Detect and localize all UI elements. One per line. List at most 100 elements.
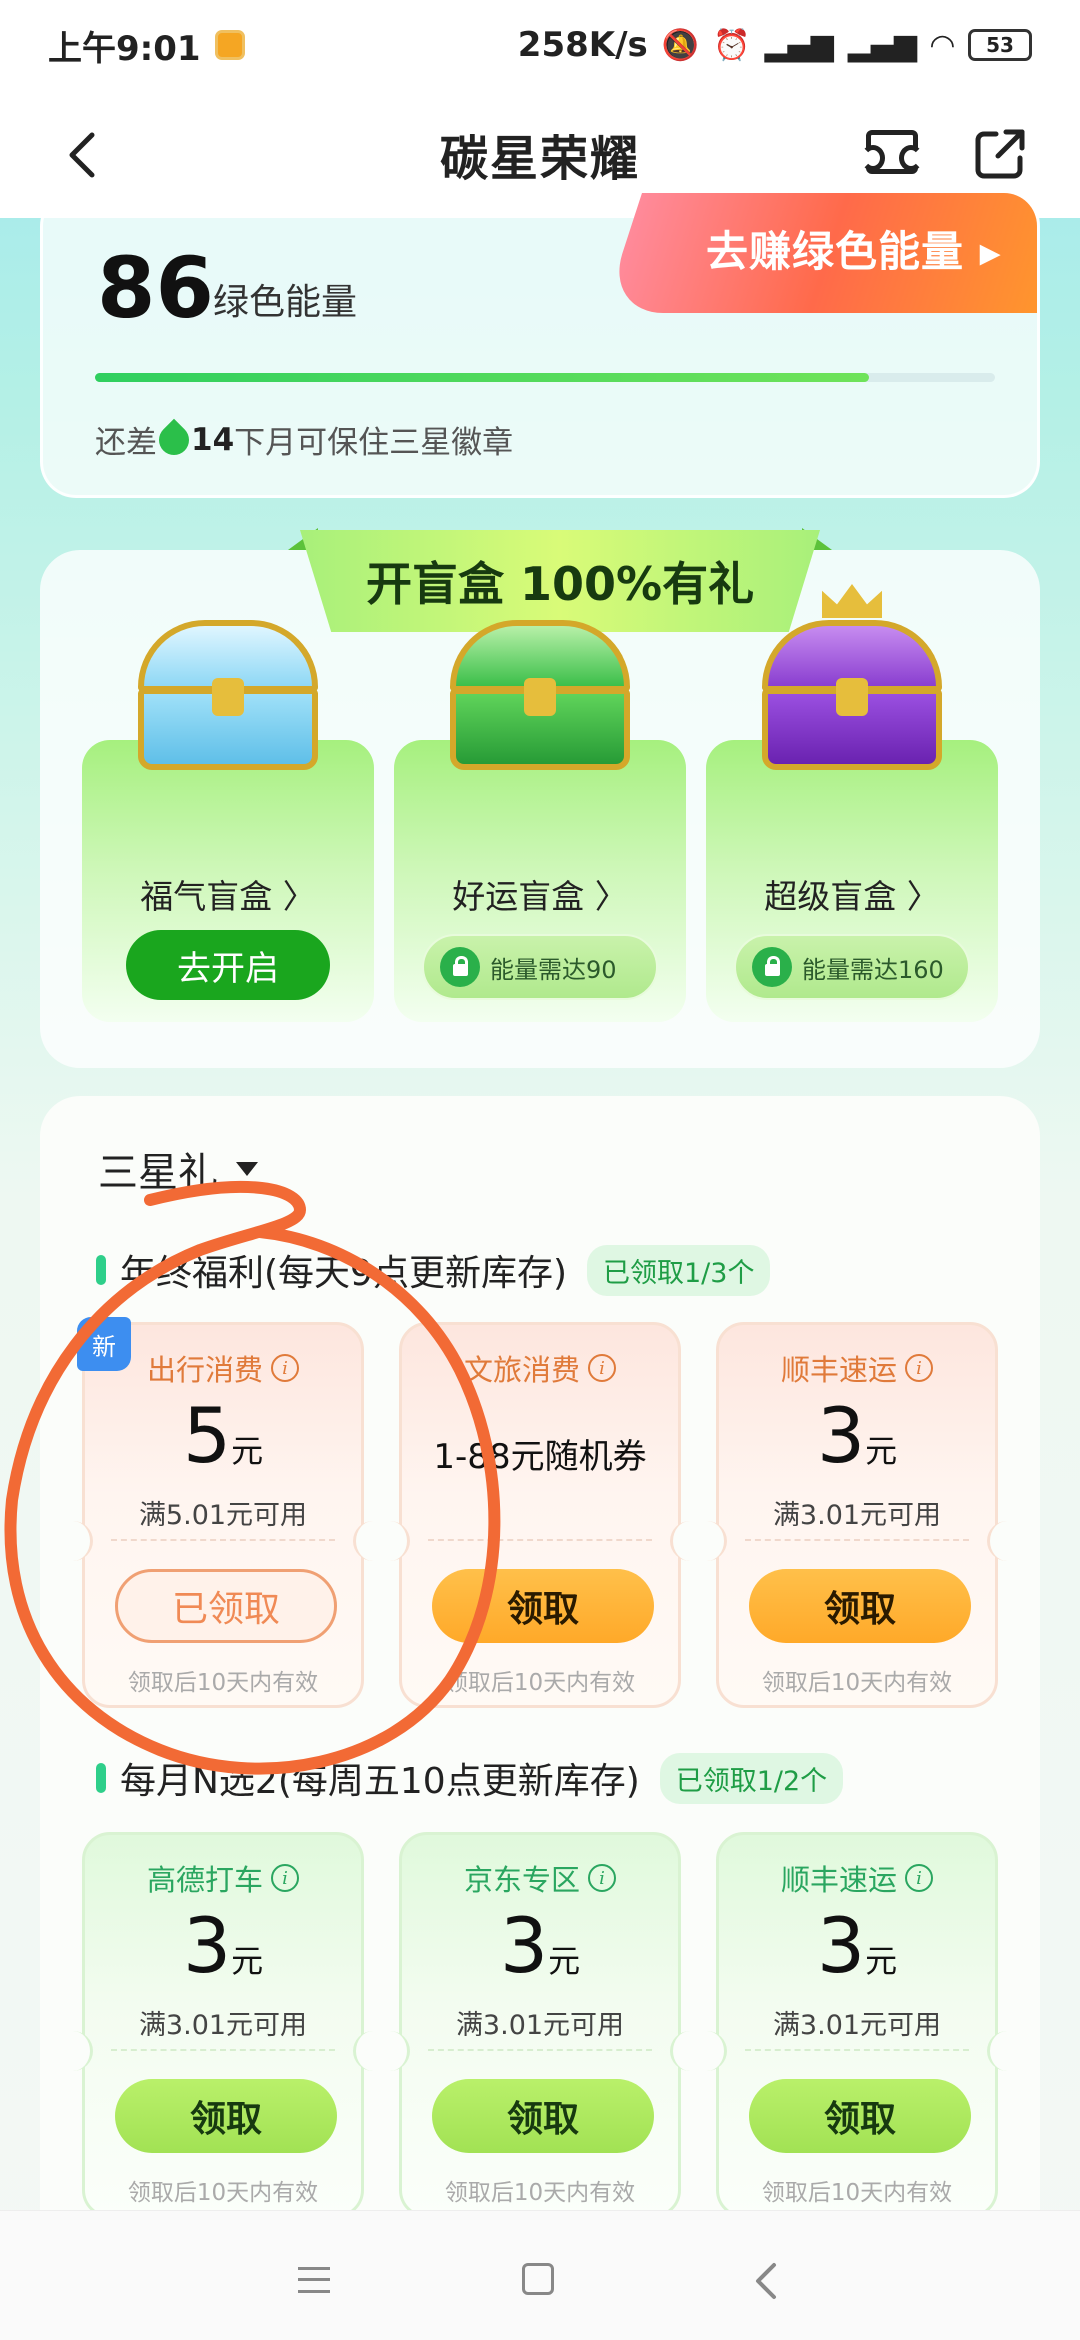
coupon-amount: 3元: [719, 1901, 995, 1990]
coupon-amount-number: 5: [182, 1391, 232, 1480]
coupon-amount: 3元: [402, 1901, 678, 1990]
coupon-validity: 领取后10天内有效: [127, 1670, 319, 1696]
coupon-amount-number: 3: [182, 1901, 232, 1990]
coupon-category-label: 高德打车: [146, 1863, 263, 1897]
treasure-chest-icon: [450, 620, 630, 770]
coupon-amount: 3元: [85, 1901, 361, 1990]
coupon-amount-unit: 元: [865, 1432, 898, 1470]
coupon-validity: 领取后10天内有效: [127, 2180, 319, 2206]
open-box-button[interactable]: 去开启: [126, 930, 330, 1000]
section-marker: [96, 1763, 106, 1793]
leaf-icon: [152, 418, 196, 461]
info-icon[interactable]: i: [271, 1864, 299, 1892]
energy-hint: 还差 14 下月可保住三星徽章: [95, 417, 513, 462]
wifi-icon: ◠: [930, 27, 954, 63]
info-icon[interactable]: i: [905, 1354, 933, 1382]
blind-box-name: 好运盲盒 〉: [452, 877, 628, 916]
mute-icon: 🔕: [661, 27, 700, 63]
box-locked-pill: 能量需达90: [422, 934, 658, 1000]
lock-icon: [752, 947, 792, 987]
coupon-card: 京东专区 i 3元 满3.01元可用 领取 领取后10天内有效: [388, 1832, 692, 2218]
section-header: 年终福利(每天9点更新库存) 已领取1/3个: [96, 1244, 771, 1296]
energy-progress-bar: [95, 373, 995, 382]
earn-energy-label: 去赚绿色能量 ▸: [706, 226, 1002, 276]
alarm-icon: ⏰: [713, 27, 751, 63]
coupon-category: 出行消费 i: [85, 1347, 361, 1389]
coupon-category-label: 文旅消费: [463, 1353, 580, 1387]
energy-hint-amount: 14: [191, 421, 235, 458]
coupon-condition: 满3.01元可用: [138, 2010, 308, 2041]
earn-energy-button[interactable]: 去赚绿色能量 ▸: [603, 193, 1037, 313]
claim-button[interactable]: 领取: [115, 2079, 337, 2153]
back-arrow-icon[interactable]: [52, 120, 112, 190]
battery-icon: 53: [968, 29, 1032, 61]
coupon-condition: 满5.01元可用: [138, 1500, 308, 1531]
section-title: 每月N选2(每周五10点更新库存): [120, 1761, 640, 1802]
energy-progress-fill: [95, 373, 869, 382]
dropdown-arrow-icon: [236, 1162, 258, 1176]
coupon-validity: 领取后10天内有效: [444, 1670, 636, 1696]
claim-button[interactable]: 领取: [749, 2079, 971, 2153]
treasure-chest-icon: [762, 584, 942, 770]
info-icon[interactable]: i: [588, 1864, 616, 1892]
coupon-validity: 领取后10天内有效: [761, 2180, 953, 2206]
coupon-amount-number: 3: [816, 1901, 866, 1990]
network-speed: 258K/s: [517, 25, 648, 65]
menu-icon[interactable]: [298, 2267, 330, 2293]
coupon-category: 顺丰速运 i: [719, 1857, 995, 1899]
info-icon[interactable]: i: [588, 1354, 616, 1382]
blind-box-chaoji[interactable]: 超级盲盒 〉 能量需达160: [706, 584, 998, 1022]
energy-card: 86 绿色能量 去赚绿色能量 ▸ 还差 14 下月可保住三星徽章: [40, 190, 1040, 498]
coupon-amount-number: 3: [499, 1901, 549, 1990]
coupon-amount-unit: 元: [231, 1942, 264, 1980]
box-locked-pill: 能量需达160: [734, 934, 970, 1000]
blind-box-name: 福气盲盒 〉: [140, 877, 316, 916]
signal-hd-icon: ▂▄▆: [764, 27, 834, 63]
claimed-badge: 已领取1/3个: [587, 1244, 771, 1296]
coupon-amount-unit: 元: [548, 1942, 581, 1980]
coupon-card: 新 出行消费 i 5元 满5.01元可用 已领取 领取后10天内有效: [71, 1317, 375, 1708]
coupon-random-text: 1-88元随机券: [433, 1437, 647, 1477]
coupon-condition: 满3.01元可用: [772, 1500, 942, 1531]
blind-box-fuqi[interactable]: 福气盲盒 〉 去开启: [82, 620, 374, 1022]
energy-hint-suffix: 下月可保住三星徽章: [234, 425, 514, 461]
blind-box-banner-text: 开盲盒 100%有礼: [365, 557, 755, 611]
back-icon[interactable]: [752, 2261, 782, 2299]
coupon-validity: 领取后10天内有效: [444, 2180, 636, 2206]
coupon-card: 顺丰速运 i 3元 满3.01元可用 领取 领取后10天内有效: [705, 1832, 1009, 2218]
coupon-card: 高德打车 i 3元 满3.01元可用 领取 领取后10天内有效: [71, 1832, 375, 2218]
home-icon[interactable]: [522, 2263, 554, 2295]
share-icon[interactable]: [972, 126, 1028, 182]
box-requirement: 能量需达160: [802, 955, 944, 984]
coupon-card: 文旅消费 i 1-88元随机券 领取 领取后10天内有效: [388, 1322, 692, 1708]
coupon-category: 高德打车 i: [85, 1857, 361, 1899]
blind-box-banner: 开盲盒 100%有礼: [300, 530, 820, 632]
info-icon[interactable]: i: [271, 1354, 299, 1382]
status-bar: 上午9:01 258K/s 🔕 ⏰ ▂▄▆ ▂▄▆ ◠ 53: [0, 0, 1080, 90]
coupon-validity: 领取后10天内有效: [761, 1670, 953, 1696]
coupon-category: 京东专区 i: [402, 1857, 678, 1899]
energy-hint-prefix: 还差: [95, 425, 157, 461]
gift-card: 三星礼 年终福利(每天9点更新库存) 已领取1/3个 新 出行消费 i 5元 满…: [40, 1096, 1040, 2340]
tier-selector[interactable]: 三星礼: [98, 1140, 258, 1198]
app-notification-icon: [214, 30, 245, 60]
box-requirement: 能量需达90: [490, 955, 617, 984]
claimed-button[interactable]: 已领取: [115, 1569, 337, 1643]
claim-button[interactable]: 领取: [432, 2079, 654, 2153]
section-marker: [96, 1255, 106, 1285]
coupon-category: 文旅消费 i: [402, 1347, 678, 1389]
section-title: 年终福利(每天9点更新库存): [120, 1253, 567, 1294]
info-icon[interactable]: i: [905, 1864, 933, 1892]
coupon-category-label: 顺丰速运: [780, 1863, 897, 1897]
claim-button[interactable]: 领取: [749, 1569, 971, 1643]
ticket-icon[interactable]: [861, 130, 923, 174]
coupon-amount: 3元: [719, 1391, 995, 1480]
blind-box-haoyun[interactable]: 好运盲盒 〉 能量需达90: [394, 620, 686, 1022]
claim-button[interactable]: 领取: [432, 1569, 654, 1643]
tier-label: 三星礼: [98, 1150, 218, 1196]
blind-box-card: 开盲盒 100%有礼 福气盲盒 〉 去开启 好运盲盒 〉 能量需达90 超级盲盒: [40, 528, 1040, 1068]
energy-unit: 绿色能量: [213, 282, 358, 323]
system-nav-bar: [0, 2210, 1080, 2340]
coupon-category-label: 京东专区: [463, 1863, 580, 1897]
claimed-badge: 已领取1/2个: [659, 1752, 844, 1804]
